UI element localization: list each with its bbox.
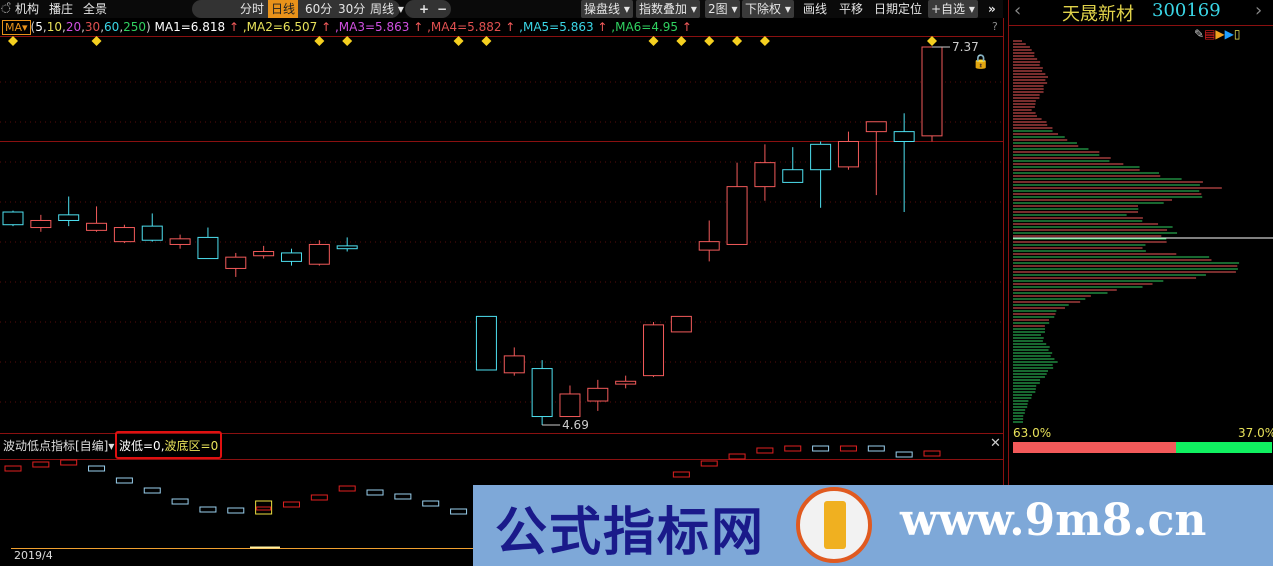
candle-body [503,355,525,374]
indicator-mark [867,445,885,452]
indicator-mark [115,477,133,484]
date-axis-label: 2019/4 [14,549,53,562]
indicator-mark [310,494,328,501]
profit-ratio-label: 63.0% [1013,426,1052,440]
candle-body [225,256,247,269]
candle-body [921,46,943,137]
indicator-mark [839,445,857,452]
candle-body [2,211,24,226]
signal-diamond [481,36,492,46]
candle-body [810,143,832,171]
bookmark-icon[interactable]: ▯ [1234,27,1241,41]
signal-diamond [732,36,743,46]
candle-body [86,222,108,231]
indicator-mark [4,465,22,472]
candle-body [531,368,553,418]
indicator-mark [422,500,440,507]
candle-body [587,387,609,402]
candle-body [865,121,887,133]
candle-body [280,252,302,262]
volume-profile [1013,40,1273,423]
indicator-mark [394,493,412,500]
candle-body [837,141,859,168]
candle-body [643,324,665,377]
candle-body [475,315,497,371]
candle-body [754,162,776,188]
indicator-name: 波动低点指标[自编] [3,439,109,453]
candle-body [113,227,135,243]
indicator-mark [728,453,746,460]
signal-diamond [342,36,353,46]
signal-diamond [927,36,937,46]
signal-diamond [453,36,464,46]
candle-body [308,243,330,265]
signal-diamond [91,36,102,46]
candle-body [893,131,915,142]
next-stock-icon[interactable]: › [1255,0,1262,21]
watermark-logo [796,487,872,563]
low-price-label: 4.69 [562,418,589,432]
eraser-icon[interactable]: ✎ [1194,27,1204,41]
flag-blue-icon[interactable]: ▶ [1225,27,1234,41]
profile-chart-icon[interactable]: ▤ [1204,27,1215,41]
indicator-mark [450,508,468,515]
loss-ratio-label: 37.0% [1238,426,1273,440]
indicator-mark [227,507,245,514]
indicator-value-bodi: 波低=0, [119,439,165,453]
watermark-cn: 公式指标网 [495,503,766,563]
candle-body [58,214,80,221]
indicator-mark [923,450,941,457]
indicator-mark [366,489,384,496]
profile-tools: ✎▤▶▶▯ [1194,27,1240,41]
candle-body [615,380,637,385]
indicator-mark [256,506,272,511]
prev-stock-icon[interactable]: ‹ [1014,0,1021,21]
lock-icon[interactable]: 🔒 [972,54,989,70]
signal-diamond [676,36,687,46]
candle-body [141,225,163,241]
indicator-mark [812,445,830,452]
candle-body [726,186,748,245]
indicator-mark [143,487,161,494]
indicator-mark [171,498,189,505]
candle-body [670,315,692,333]
indicator-mark [199,506,217,513]
price-chart: 7.37 4.69 [0,18,1004,566]
indicator-value-bodiqu: 波底区=0 [164,439,219,453]
candle-body [30,219,52,229]
signal-diamond [314,36,325,46]
candle-body [253,251,275,257]
signal-diamond [8,36,18,46]
profit-ratio-bar [1013,442,1177,453]
indicator-mark [700,460,718,467]
indicator-mark [60,459,78,466]
indicator-mark [32,461,50,468]
indicator-mark [282,501,300,508]
divider [1009,25,1273,26]
candle-body [559,393,581,418]
indicator-mark [895,451,913,458]
indicator-values: 波低=0,波底区=0 [119,437,218,454]
candle-body [169,238,191,245]
indicator-mark [88,465,106,472]
candle-body [197,236,219,260]
watermark-url: www.9m8.cn [900,495,1207,546]
indicator-mark [756,447,774,454]
flag-orange-icon[interactable]: ▶ [1215,27,1224,41]
candle-body [336,245,358,250]
indicator-selector[interactable]: 波动低点指标[自编]▾ [3,437,114,454]
stock-name: 天晟新材 [1062,4,1134,25]
loss-ratio-bar [1176,442,1272,453]
signal-diamond [648,36,659,46]
indicator-mark [672,471,690,478]
candle-body [782,169,804,183]
stock-code: 300169 [1152,0,1221,21]
indicator-mark [784,445,802,452]
indicator-mark [338,485,356,492]
signal-diamond [704,36,715,46]
high-price-label: 7.37 [952,40,979,54]
candle-body [698,241,720,251]
signal-diamond [759,36,770,46]
close-indicator-icon[interactable]: ✕ [990,436,1001,451]
